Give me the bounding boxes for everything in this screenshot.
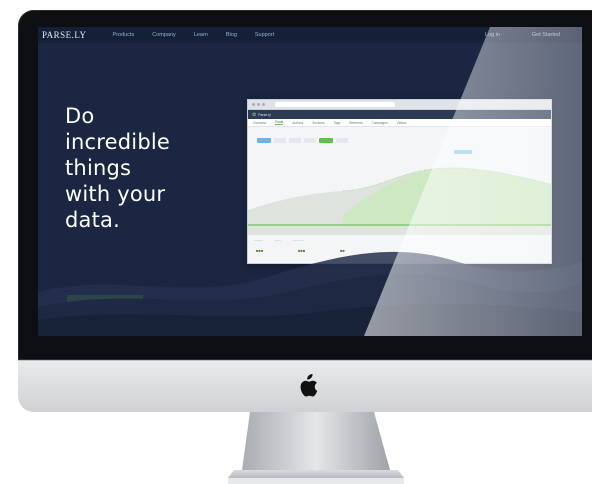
hero-line: incredible [65,130,171,154]
site-logo[interactable]: PARSE.LY [42,30,87,40]
window-dot [262,103,265,106]
filter-control [304,138,316,143]
get-started-link[interactable]: Get Started [532,32,560,38]
dashboard-tab: Tags [333,120,341,125]
monitor-screen: PARSE.LY Products Company Learn Blog Sup… [38,27,582,336]
dashboard-browser-bar [248,100,551,110]
dashboard-tab: Sections [312,120,325,125]
nav-item-learn[interactable]: Learn [194,32,208,38]
monitor-stand [228,412,404,484]
stand-shadow [228,478,404,484]
dashboard-tab: Campaigns [371,120,388,125]
date-range-button [257,138,271,143]
hero-wave-decoration [38,251,582,336]
dashboard-tab: Overview [253,120,267,125]
chart-area-current [343,167,551,225]
traffic-area-chart [248,167,551,235]
window-dot [252,103,255,106]
dashboard-tabs: Overview Posts Authors Sections Tags Ref… [248,119,551,127]
nav-item-support[interactable]: Support [255,32,274,38]
chart-tooltip [454,150,472,154]
filter-control [289,138,301,143]
hero-line: things [65,156,132,180]
dashboard-tab-active: Posts [275,120,284,125]
compare-button [319,138,333,143]
dashboard-app-bar: ✿ Parse.ly [248,110,551,119]
nav-item-products[interactable]: Products [113,32,135,38]
dashboard-url-field [275,102,395,107]
stand-base [228,470,404,478]
hero-headline: Do incredible things with your data. [65,103,225,233]
window-dot [257,103,260,106]
hero-line: Do [65,104,95,128]
filter-control [274,138,286,143]
dashboard-tab: Videos [396,120,407,125]
dashboard-tab: Authors [292,120,304,125]
dashboard-controls [257,138,348,143]
leaf-icon: ✿ [252,111,257,118]
stand-neck [242,412,390,470]
hero-line: with your [65,182,166,206]
login-link[interactable]: Log in [485,32,500,38]
nav-item-blog[interactable]: Blog [226,32,237,38]
filter-control [336,138,348,143]
nav-account-links: Log in Get Started [485,32,578,38]
dashboard-app-name: Parse.ly [258,112,271,117]
site-navigation: PARSE.LY Products Company Learn Blog Sup… [38,27,582,43]
dashboard-tab: Referrers [349,120,363,125]
nav-item-company[interactable]: Company [152,32,176,38]
imac-scene: PARSE.LY Products Company Learn Blog Sup… [0,0,592,484]
apple-logo-icon [300,374,318,397]
hero-line: data. [65,208,120,232]
